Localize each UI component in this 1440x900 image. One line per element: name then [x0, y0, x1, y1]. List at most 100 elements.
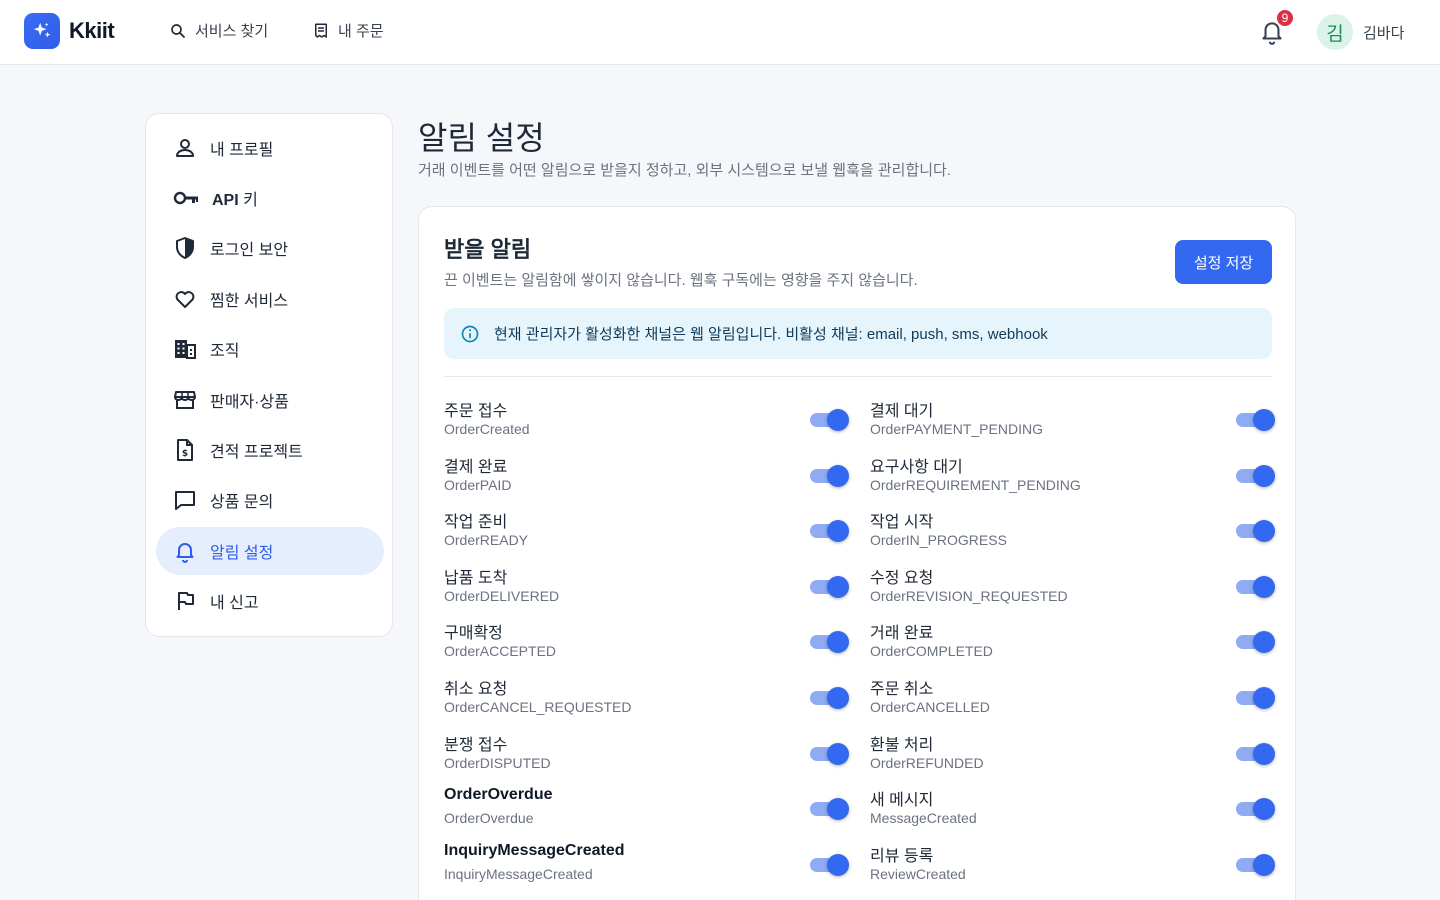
- sidebar-item-seller-products[interactable]: 판매자·상품: [156, 376, 384, 424]
- toggle-thumb: [1253, 798, 1275, 821]
- event-toggle-switch[interactable]: [1236, 687, 1275, 709]
- nav-find-services[interactable]: 서비스 찾기: [169, 20, 268, 41]
- toggle-thumb: [1253, 464, 1275, 487]
- user-name[interactable]: 김바다: [1363, 22, 1404, 43]
- nav-label: 내 주문: [338, 23, 384, 40]
- event-row: InquiryMessageCreated InquiryMessageCreat…: [444, 842, 864, 892]
- event-code: OrderCANCEL_REQUESTED: [444, 699, 632, 715]
- event-toggle-switch[interactable]: [810, 464, 849, 487]
- sidebar-item-label: 내 프로필: [210, 142, 274, 159]
- event-title: 구매확정: [444, 625, 503, 643]
- event-code: OrderPAID: [444, 476, 512, 493]
- notification-settings-card: 받을 알림 끈 이벤트는 알림함에 쌓이지 않습니다. 웹훅 구독에는 영향을 …: [418, 206, 1296, 900]
- store-icon: [174, 391, 196, 409]
- event-toggle-switch[interactable]: [810, 798, 849, 821]
- toggle-thumb: [1253, 575, 1275, 598]
- event-code: OrderOverdue: [444, 810, 534, 827]
- quote-document-icon: $: [177, 439, 193, 461]
- event-row: 납품 도착 OrderDELIVERED: [444, 564, 864, 614]
- event-title: 주문 접수: [444, 403, 508, 420]
- sidebar-item-quote-projects[interactable]: $ 견적 프로젝트: [156, 426, 384, 474]
- event-toggle-switch[interactable]: [810, 631, 849, 654]
- channel-info-alert: 현재 관리자가 활성화한 채널은 웹 알림입니다. 비활성 채널: email,…: [444, 308, 1272, 359]
- event-toggle-switch[interactable]: [1236, 464, 1275, 487]
- event-row: 주문 취소 OrderCANCELLED: [870, 675, 1290, 725]
- event-row: 수정 요청 OrderREVISION_REQUESTED: [870, 564, 1290, 614]
- event-row: 결제 대기 OrderPAYMENT_PENDING: [870, 397, 1290, 447]
- brand-logo[interactable]: Kkiit: [24, 13, 115, 49]
- event-toggle-switch[interactable]: [810, 687, 849, 709]
- event-toggle-switch[interactable]: [1236, 409, 1275, 431]
- sidebar-item-login-security[interactable]: 로그인 보안: [156, 224, 384, 272]
- notification-count-badge: 9: [1275, 8, 1295, 28]
- event-toggle-switch[interactable]: [810, 409, 849, 431]
- event-code: OrderREQUIREMENT_PENDING: [870, 476, 1081, 493]
- sidebar-item-favorites[interactable]: 찜한 서비스: [156, 275, 384, 323]
- sidebar-item-label: 내 신고: [210, 595, 259, 612]
- toggle-thumb: [827, 409, 849, 431]
- sidebar-item-my-reports[interactable]: 내 신고: [156, 577, 384, 625]
- shield-icon: [176, 237, 194, 259]
- event-row: OrderOverdue OrderOverdue: [444, 786, 864, 836]
- event-code: OrderDELIVERED: [444, 587, 560, 604]
- event-title: 취소 요청: [444, 681, 508, 698]
- user-icon: [176, 139, 194, 157]
- building-icon: [175, 340, 196, 359]
- sidebar-item-organization[interactable]: 조직: [156, 325, 384, 373]
- event-toggle-switch[interactable]: [810, 742, 849, 765]
- sidebar-item-label: 알림 설정: [210, 545, 274, 562]
- event-title: 환불 처리: [870, 736, 934, 754]
- event-title: 수정 요청: [870, 569, 934, 587]
- event-code: OrderPAYMENT_PENDING: [870, 421, 1043, 437]
- page-title: 알림 설정: [418, 120, 545, 156]
- event-title: 리뷰 등록: [870, 847, 934, 865]
- sparkle-icon: [24, 13, 60, 49]
- event-toggle-switch[interactable]: [1236, 853, 1275, 876]
- event-code: OrderCOMPLETED: [870, 643, 993, 660]
- event-toggle-switch[interactable]: [1236, 631, 1275, 654]
- event-code: MessageCreated: [870, 810, 977, 827]
- event-code: OrderIN_PROGRESS: [870, 532, 1007, 549]
- divider: [444, 376, 1272, 377]
- toggle-thumb: [827, 575, 849, 598]
- sidebar-item-label: 로그인 보안: [210, 242, 289, 259]
- user-avatar[interactable]: 김: [1317, 14, 1353, 50]
- event-title: 주문 취소: [870, 681, 934, 698]
- toggle-thumb: [1253, 520, 1275, 543]
- event-row: 분쟁 접수 OrderDISPUTED: [444, 731, 864, 781]
- event-toggle-switch[interactable]: [1236, 520, 1275, 543]
- event-title: 결제 대기: [870, 403, 934, 420]
- event-code: OrderCANCELLED: [870, 699, 990, 715]
- event-toggle-switch[interactable]: [810, 853, 849, 876]
- event-toggle-switch[interactable]: [1236, 742, 1275, 765]
- sidebar-item-api-key[interactable]: API 키: [156, 174, 384, 222]
- event-row: 새 메시지 MessageCreated: [870, 786, 1290, 836]
- event-row: 주문 접수 OrderCreated: [444, 397, 864, 447]
- event-toggle-switch[interactable]: [1236, 575, 1275, 598]
- event-code: OrderDISPUTED: [444, 754, 551, 771]
- save-settings-button[interactable]: 설정 저장: [1175, 240, 1272, 284]
- event-code: OrderREADY: [444, 532, 529, 549]
- top-navigation-bar: Kkiit 서비스 찾기 내 주문 9 김 김바다: [0, 0, 1440, 65]
- event-toggle-switch[interactable]: [1236, 798, 1275, 821]
- flag-icon: [178, 592, 194, 610]
- nav-my-orders[interactable]: 내 주문: [312, 20, 384, 41]
- event-row: 요구사항 대기 OrderREQUIREMENT_PENDING: [870, 453, 1290, 503]
- sidebar-item-profile[interactable]: 내 프로필: [156, 124, 384, 172]
- event-code: OrderREVISION_REQUESTED: [870, 587, 1068, 604]
- event-toggle-switch[interactable]: [810, 575, 849, 598]
- event-code: OrderACCEPTED: [444, 643, 557, 660]
- sidebar-item-label: API 키: [212, 192, 258, 209]
- event-title: 작업 시작: [870, 514, 934, 532]
- sidebar-item-label: 판매자·상품: [210, 394, 289, 411]
- event-row: 환불 처리 OrderREFUNDED: [870, 731, 1290, 781]
- event-row: 구매확정 OrderACCEPTED: [444, 619, 864, 669]
- sidebar-item-notification-settings[interactable]: 알림 설정: [156, 527, 384, 575]
- event-toggle-switch[interactable]: [810, 520, 849, 543]
- event-row: 취소 요청 OrderCANCEL_REQUESTED: [444, 675, 864, 725]
- sidebar-item-product-inquiries[interactable]: 상품 문의: [156, 476, 384, 524]
- bell-icon: [176, 543, 194, 563]
- event-title: 납품 도착: [444, 569, 508, 587]
- channel-info-text: 현재 관리자가 활성화한 채널은 웹 알림입니다. 비활성 채널: email,…: [494, 326, 1048, 343]
- event-title: InquiryMessageCreated: [444, 841, 625, 859]
